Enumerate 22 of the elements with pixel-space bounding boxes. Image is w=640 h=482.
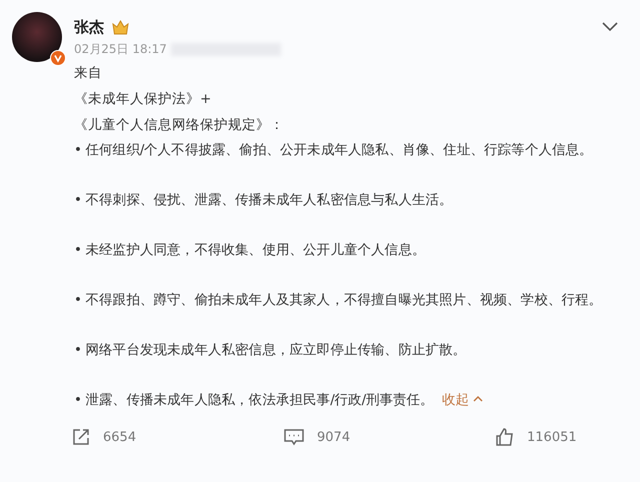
verified-badge-icon: [50, 50, 66, 66]
comment-count: 9074: [317, 430, 350, 444]
share-count: 6654: [103, 430, 136, 444]
bullet-text: • 任何组织/个人不得披露、偷拍、公开未成年人隐私、肖像、住址、行踪等个人信息。: [74, 142, 593, 158]
like-count: 116051: [527, 430, 577, 444]
bullet-text: • 泄露、传播未成年人隐私，依法承担民事/行政/刑事责任。: [74, 392, 434, 408]
post-time: 02月25日 18:17: [74, 41, 167, 58]
comment-icon[interactable]: [283, 427, 305, 447]
caret-up-icon[interactable]: [472, 395, 483, 402]
bullet-text: • 不得跟拍、蹲守、偷拍未成年人及其家人，不得擅自曝光其照片、视频、学校、行程。: [74, 292, 602, 308]
bullet-text: • 不得刺探、侵扰、泄露、传播未成年人私密信息与私人生活。: [74, 192, 453, 208]
crown-icon: [112, 20, 129, 34]
bullet-text: • 未经监护人同意，不得收集、使用、公开儿童个人信息。: [74, 242, 426, 258]
avatar[interactable]: [12, 12, 62, 62]
share-icon[interactable]: [71, 427, 91, 447]
username[interactable]: 张杰: [74, 18, 104, 36]
post-text: 《儿童个人信息网络保护规定》：: [74, 116, 285, 135]
chevron-down-icon[interactable]: [602, 22, 618, 32]
post-text: 来自: [74, 64, 103, 83]
bullet-text: • 网络平台发现未成年人私密信息，应立即停止传输、防止扩散。: [74, 342, 466, 358]
post-text: 《未成年人保护法》+: [74, 90, 212, 109]
thumbs-up-icon[interactable]: [495, 427, 515, 447]
